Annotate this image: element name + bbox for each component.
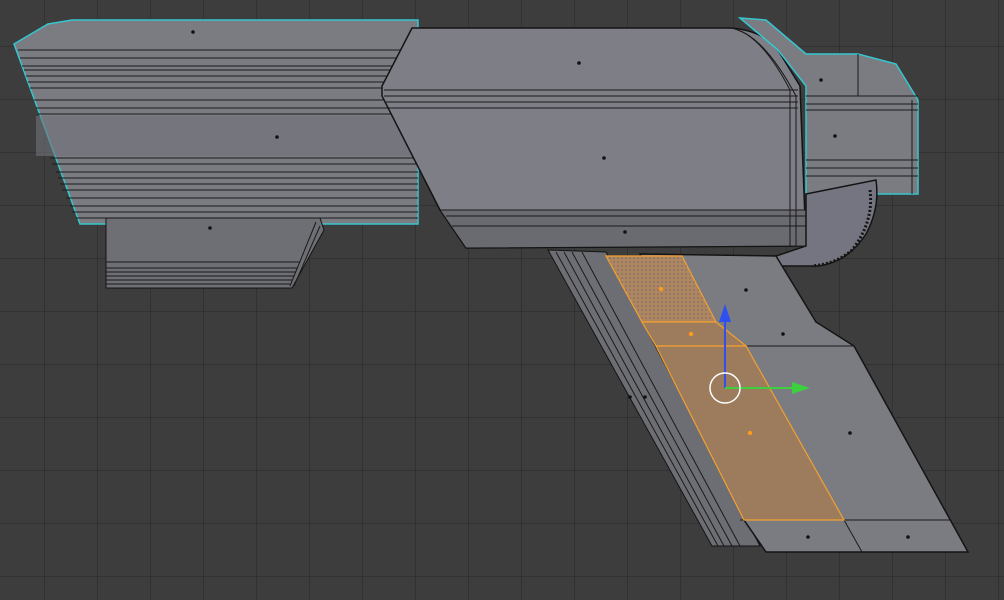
barrel-rear[interactable] [13,19,419,225]
barrel-rear-shade [36,116,418,156]
3d-viewport[interactable] [0,0,1004,600]
rear-stub[interactable] [105,217,325,289]
gun-body[interactable] [381,27,807,249]
rear-stub-face[interactable] [105,217,325,289]
mesh-scene[interactable] [0,0,1004,600]
